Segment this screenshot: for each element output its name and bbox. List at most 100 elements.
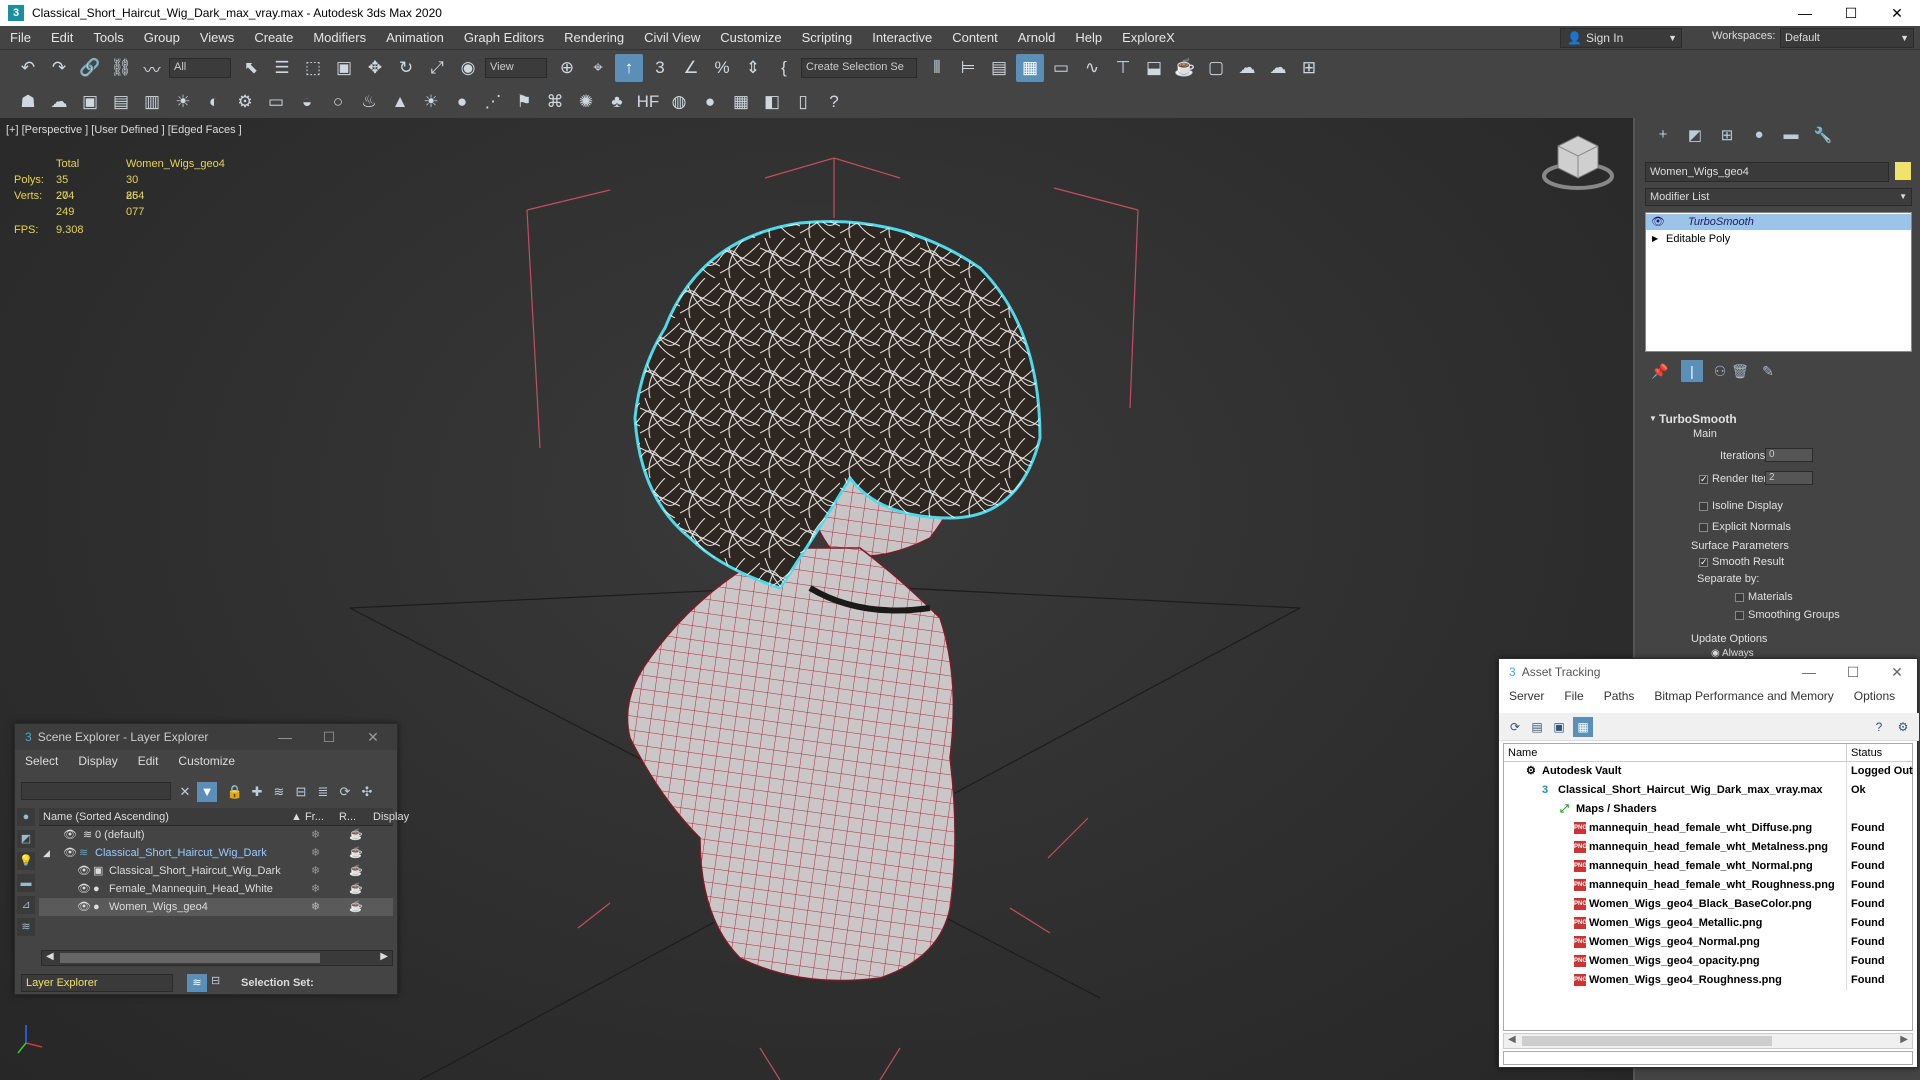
asset-horizontal-scrollbar[interactable]: ◀ ▶ — [1503, 1033, 1913, 1049]
asset-row-png[interactable]: PNG mannequin_head_female_wht_Diffuse.png… — [1504, 819, 1912, 838]
scrollbar-thumb[interactable] — [60, 953, 320, 963]
menu-edit[interactable]: Edit — [41, 26, 83, 50]
asset-row-png[interactable]: PNG Women_Wigs_geo4_Roughness.png Found — [1504, 971, 1912, 990]
menu-animation[interactable]: Animation — [376, 26, 454, 50]
sun-icon[interactable]: ☀ — [417, 88, 445, 116]
edit-named-sets-icon[interactable]: { — [770, 54, 798, 82]
display-geometry-icon[interactable]: ● — [17, 808, 35, 826]
table-view-icon[interactable]: ▦ — [1573, 717, 1593, 737]
asset-row-png[interactable]: PNG Women_Wigs_geo4_Metallic.png Found — [1504, 914, 1912, 933]
material-sphere-icon[interactable]: ● — [696, 88, 724, 116]
maximize-button[interactable]: ☐ — [307, 724, 351, 750]
thumbnail-view-icon[interactable]: ▣ — [1549, 717, 1569, 737]
menu-graph-editors[interactable]: Graph Editors — [454, 26, 554, 50]
menu-arnold[interactable]: Arnold — [1008, 26, 1066, 50]
select-object-icon[interactable]: ⬉ — [237, 54, 265, 82]
eye-icon[interactable]: 👁 — [77, 880, 91, 898]
object-name-field[interactable]: Women_Wigs_geo4 — [1645, 162, 1889, 182]
menu-bitmap-performance[interactable]: Bitmap Performance and Memory — [1644, 689, 1843, 703]
rotate-icon[interactable]: ↻ — [392, 54, 420, 82]
cone-light-icon[interactable]: ▲ — [386, 88, 414, 116]
display-shapes-icon[interactable]: ◩ — [17, 830, 35, 848]
asset-row-png[interactable]: PNG mannequin_head_female_wht_Metalness.p… — [1504, 838, 1912, 857]
redo-icon[interactable]: ↷ — [45, 54, 73, 82]
iterations-spinner[interactable]: 0 — [1765, 448, 1813, 462]
grass-icon[interactable]: ♣ — [603, 88, 631, 116]
align-icon[interactable]: ⊨ — [954, 54, 982, 82]
menu-file[interactable]: File — [0, 26, 41, 50]
list-view-icon[interactable]: ▤ — [1527, 717, 1547, 737]
fur-icon[interactable]: ⋰ — [479, 88, 507, 116]
smooth-result-checkbox[interactable]: ✓ — [1699, 557, 1708, 567]
select-manipulate-icon[interactable]: ↑ — [615, 54, 643, 82]
sync-icon[interactable]: ⟳ — [335, 782, 355, 802]
layer-row-default[interactable]: 👁 ≋ 0 (default) ❄ ☕ — [39, 826, 393, 844]
configure-sets-icon[interactable]: ✎ — [1757, 360, 1779, 382]
unlink-icon[interactable]: ⛓ — [107, 54, 135, 82]
asset-row-png[interactable]: PNG Women_Wigs_geo4_opacity.png Found — [1504, 952, 1912, 971]
asset-row-png[interactable]: PNG Women_Wigs_geo4_Normal.png Found — [1504, 933, 1912, 952]
placement-icon[interactable]: ◉ — [454, 54, 482, 82]
menu-views[interactable]: Views — [190, 26, 244, 50]
menu-paths[interactable]: Paths — [1594, 689, 1645, 703]
close-button[interactable]: ✕ — [1875, 659, 1919, 685]
collapse-triangle-icon[interactable]: ◢ — [43, 844, 50, 862]
asset-row-png[interactable]: PNG Women_Wigs_geo4_Black_BaseColor.png F… — [1504, 895, 1912, 914]
menu-display[interactable]: Display — [68, 754, 127, 768]
schematic-view-icon[interactable]: ⊤ — [1109, 54, 1137, 82]
col-display[interactable]: Display — [373, 808, 409, 826]
move-icon[interactable]: ✥ — [361, 54, 389, 82]
freeze-icon[interactable]: ❄ — [311, 880, 320, 898]
display-spacewarps-icon[interactable]: ≋ — [17, 918, 35, 936]
light-lister-icon[interactable]: ☀ — [169, 88, 197, 116]
scroll-right-icon[interactable]: ▶ — [1900, 1034, 1908, 1045]
script-icon[interactable]: ▯ — [789, 88, 817, 116]
render-iters-spinner[interactable]: 2 — [1765, 471, 1813, 485]
bitmap-icon[interactable]: ▦ — [727, 88, 755, 116]
help-icon[interactable]: ? — [1869, 717, 1889, 737]
selection-filter-dropdown[interactable]: All — [169, 58, 231, 78]
filter-icon[interactable]: ▼ — [197, 782, 217, 802]
material-editor-icon[interactable]: ⬓ — [1140, 54, 1168, 82]
options-icon[interactable]: ✣ — [357, 782, 377, 802]
scroll-left-icon[interactable]: ◀ — [46, 951, 54, 962]
scrollbar-thumb[interactable] — [1522, 1036, 1772, 1046]
settings-icon[interactable]: ⚙ — [1893, 717, 1913, 737]
scroll-right-icon[interactable]: ▶ — [380, 951, 388, 962]
create-tab-icon[interactable]: + — [1651, 126, 1675, 148]
asset-row-vault[interactable]: ⚙ Autodesk Vault Logged Out — [1504, 762, 1913, 781]
freeze-icon[interactable]: ❄ — [311, 844, 320, 862]
scale-icon[interactable]: ⤢ — [423, 54, 451, 82]
minimize-button[interactable]: — — [263, 724, 307, 750]
render-setup-icon[interactable]: ☕ — [1171, 54, 1199, 82]
layers-mode-icon[interactable]: ≋ — [187, 974, 207, 992]
render-teapot-icon[interactable]: ☕ — [349, 898, 363, 916]
menu-tools[interactable]: Tools — [83, 26, 133, 50]
isoline-checkbox[interactable] — [1699, 501, 1708, 511]
snap-toggle-icon[interactable]: 3 — [646, 54, 674, 82]
proxy-icon[interactable]: ⚑ — [510, 88, 538, 116]
mesh-light-icon[interactable]: ♨ — [355, 88, 383, 116]
menu-explorex[interactable]: ExploreX — [1112, 26, 1185, 50]
explorer-type-dropdown[interactable]: Layer Explorer — [21, 974, 173, 992]
rollout-title[interactable]: ▼ TurboSmooth — [1645, 410, 1912, 428]
menu-modifiers[interactable]: Modifiers — [303, 26, 376, 50]
display-helpers-icon[interactable]: ⊿ — [17, 896, 35, 914]
menu-create[interactable]: Create — [244, 26, 303, 50]
menu-customize[interactable]: Customize — [168, 754, 245, 768]
new-layer-icon[interactable]: ✚ — [247, 782, 267, 802]
menu-server[interactable]: Server — [1499, 689, 1554, 703]
scene-explorer-titlebar[interactable]: 3 Scene Explorer - Layer Explorer — ☐ ✕ — [15, 724, 397, 750]
menu-customize[interactable]: Customize — [710, 26, 791, 50]
asset-row-maps[interactable]: ⤢ Maps / Shaders — [1504, 800, 1912, 819]
freeze-icon[interactable]: ❄ — [311, 862, 320, 880]
link-icon[interactable]: 🔗 — [76, 54, 104, 82]
rendered-frame-icon[interactable]: ▢ — [1202, 54, 1230, 82]
menu-file[interactable]: File — [1554, 689, 1593, 703]
menu-scripting[interactable]: Scripting — [792, 26, 863, 50]
asset-tracking-titlebar[interactable]: 3 Asset Tracking — ☐ ✕ — [1499, 659, 1917, 685]
viewcube[interactable] — [1542, 135, 1614, 190]
freeze-icon[interactable]: ❄ — [311, 898, 320, 916]
menu-rendering[interactable]: Rendering — [554, 26, 634, 50]
ribbon-icon[interactable]: ▭ — [1047, 54, 1075, 82]
